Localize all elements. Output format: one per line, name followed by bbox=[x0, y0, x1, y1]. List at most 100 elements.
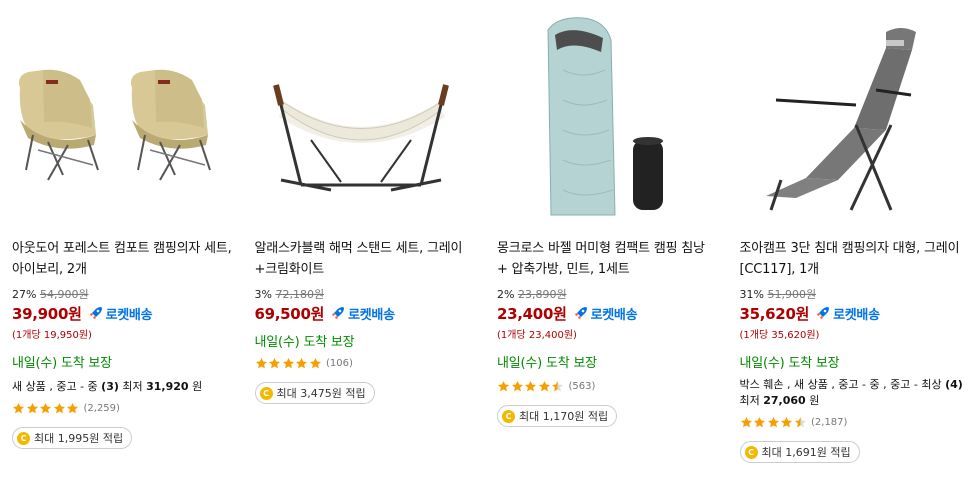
star-icon bbox=[53, 402, 65, 413]
rocket-badge: 로켓배송 bbox=[573, 304, 638, 323]
rocket-badge: 로켓배송 bbox=[815, 304, 880, 323]
rocket-badge: 로켓배송 bbox=[88, 304, 153, 323]
product-title[interactable]: 아웃도어 포레스트 컴포트 캠핑의자 세트, 아이보리, 2개 bbox=[12, 238, 234, 280]
coin-icon: C bbox=[17, 431, 30, 445]
star-icon bbox=[538, 380, 550, 391]
review-count[interactable]: (563) bbox=[569, 381, 596, 392]
star-rating bbox=[255, 357, 323, 370]
discount-line: 3% 72,180원 bbox=[255, 288, 480, 302]
rocket-icon bbox=[332, 307, 345, 319]
star-icon bbox=[39, 402, 52, 413]
review-count[interactable]: (2,187) bbox=[811, 417, 847, 428]
used-offers-count: (3) bbox=[101, 380, 119, 393]
unit-price: (1개당 23,400원) bbox=[497, 330, 577, 341]
star-icon bbox=[255, 357, 267, 368]
used-offers-count: (4) bbox=[945, 378, 963, 391]
star-icon bbox=[524, 380, 537, 391]
price-box: 2% 23,890원 23,400원 로켓배송 (1개당 23,400원) 내일… bbox=[497, 288, 722, 427]
star-icon bbox=[794, 416, 806, 427]
review-count[interactable]: (106) bbox=[326, 358, 353, 369]
used-offers[interactable]: 박스 훼손 , 새 상품 , 중고 - 중 , 중고 - 최상 (4) 최저 2… bbox=[740, 377, 965, 409]
product-card[interactable]: 아웃도어 포레스트 컴포트 캠핑의자 세트, 아이보리, 2개 27% 54,9… bbox=[0, 0, 243, 501]
product-card[interactable]: 몽크로스 바젤 머미형 컴팩트 캠핑 침낭 + 압축가방, 민트, 1세트 2%… bbox=[485, 0, 728, 501]
price-line: 39,900원 로켓배송 bbox=[12, 303, 237, 323]
product-image-sleeping-bag[interactable] bbox=[493, 10, 718, 225]
rocket-icon bbox=[817, 307, 830, 319]
arrival-info: 내일(수) 도착 보장 bbox=[739, 356, 840, 371]
product-title[interactable]: 조아캠프 3단 침대 캠핑의자 대형, 그레이[CC117], 1개 bbox=[740, 238, 962, 280]
rocket-label: 로켓배송 bbox=[833, 307, 880, 323]
original-price: 23,890원 bbox=[517, 288, 567, 301]
star-icon bbox=[268, 357, 281, 368]
rating: (106) bbox=[255, 356, 480, 370]
star-rating bbox=[740, 416, 808, 429]
star-icon bbox=[740, 416, 752, 427]
rating: (563) bbox=[497, 379, 722, 393]
star-icon bbox=[497, 380, 510, 391]
used-offers-price: 31,920 bbox=[146, 380, 189, 393]
rocket-icon bbox=[89, 307, 102, 319]
rating: (2,187) bbox=[740, 415, 965, 429]
discount-rate: 2% bbox=[497, 288, 515, 301]
used-offers-price: 27,060 bbox=[763, 394, 806, 407]
product-image-hammock-stand[interactable] bbox=[251, 10, 476, 225]
original-price: 51,900원 bbox=[767, 288, 817, 301]
unit-price: (1개당 35,620원) bbox=[739, 330, 820, 341]
product-card[interactable]: 조아캠프 3단 침대 캠핑의자 대형, 그레이[CC117], 1개 31% 5… bbox=[728, 0, 970, 501]
reward-text: 최대 3,475원 적립 bbox=[276, 387, 366, 400]
product-image-camping-chairs[interactable] bbox=[8, 10, 233, 225]
star-icon bbox=[295, 357, 308, 368]
unit-price: (1개당 19,950원) bbox=[12, 330, 92, 341]
star-icon bbox=[282, 357, 294, 368]
original-price: 54,900원 bbox=[39, 288, 89, 301]
rocket-icon bbox=[574, 307, 587, 319]
original-price: 72,180원 bbox=[275, 288, 325, 301]
coin-icon: C bbox=[744, 445, 758, 459]
discount-rate: 3% bbox=[254, 288, 272, 301]
star-icon bbox=[66, 402, 79, 413]
reward-badge: C 최대 1,995원 적립 bbox=[12, 427, 133, 449]
reward-text: 최대 1,170원 적립 bbox=[519, 410, 609, 423]
reward-badge: C 최대 1,170원 적립 bbox=[497, 405, 618, 427]
coin-icon: C bbox=[502, 409, 515, 423]
sale-price: 23,400원 bbox=[497, 304, 567, 323]
price-box: 3% 72,180원 69,500원 로켓배송 내일(수) 도착 보장 (106… bbox=[254, 288, 480, 404]
star-rating bbox=[12, 402, 80, 415]
star-icon bbox=[511, 380, 523, 391]
product-grid: 아웃도어 포레스트 컴포트 캠핑의자 세트, 아이보리, 2개 27% 54,9… bbox=[0, 0, 970, 501]
star-icon bbox=[780, 416, 793, 427]
product-image-recliner-chair[interactable] bbox=[736, 10, 961, 225]
discount-line: 2% 23,890원 bbox=[497, 288, 722, 302]
used-offers[interactable]: 새 상품 , 중고 - 중 (3) 최저 31,920 원 bbox=[12, 379, 237, 395]
reward-badge: C 최대 1,691원 적립 bbox=[739, 441, 860, 463]
rocket-badge: 로켓배송 bbox=[330, 304, 395, 323]
used-offers-lowest-label: 최저 bbox=[739, 394, 764, 407]
used-offers-types: 박스 훼손 , 새 상품 , 중고 - 중 , 중고 - 최상 bbox=[739, 378, 946, 391]
discount-line: 27% 54,900원 bbox=[12, 288, 237, 302]
price-box: 27% 54,900원 39,900원 로켓배송 (1개당 19,950원) 내… bbox=[12, 288, 237, 449]
arrival-info: 내일(수) 도착 보장 bbox=[12, 356, 112, 371]
used-offers-currency: 원 bbox=[188, 380, 203, 393]
discount-rate: 27% bbox=[12, 288, 37, 301]
price-line: 35,620원 로켓배송 bbox=[740, 303, 965, 323]
rocket-label: 로켓배송 bbox=[105, 307, 153, 323]
discount-line: 31% 51,900원 bbox=[740, 288, 965, 302]
star-icon bbox=[767, 416, 779, 427]
star-rating bbox=[497, 380, 565, 393]
sale-price: 35,620원 bbox=[739, 304, 810, 323]
star-icon bbox=[309, 357, 321, 368]
used-offers-currency: 원 bbox=[805, 394, 820, 407]
product-title[interactable]: 알래스카블랙 해먹 스탠드 세트, 그레이+크림화이트 bbox=[255, 238, 477, 280]
star-icon bbox=[551, 380, 564, 391]
used-offers-types: 새 상품 , 중고 - 중 bbox=[12, 380, 102, 393]
reward-text: 최대 1,691원 적립 bbox=[761, 446, 851, 459]
star-icon bbox=[26, 402, 38, 413]
coin-icon: C bbox=[259, 386, 273, 400]
product-title[interactable]: 몽크로스 바젤 머미형 컴팩트 캠핑 침낭 + 압축가방, 민트, 1세트 bbox=[497, 238, 719, 280]
arrival-info: 내일(수) 도착 보장 bbox=[497, 356, 597, 371]
product-card[interactable]: 알래스카블랙 해먹 스탠드 세트, 그레이+크림화이트 3% 72,180원 6… bbox=[243, 0, 486, 501]
price-box: 31% 51,900원 35,620원 로켓배송 (1개당 35,620원) 내… bbox=[739, 288, 965, 463]
review-count[interactable]: (2,259) bbox=[84, 403, 120, 414]
arrival-info: 내일(수) 도착 보장 bbox=[254, 335, 355, 350]
price-line: 23,400원 로켓배송 bbox=[497, 303, 722, 323]
